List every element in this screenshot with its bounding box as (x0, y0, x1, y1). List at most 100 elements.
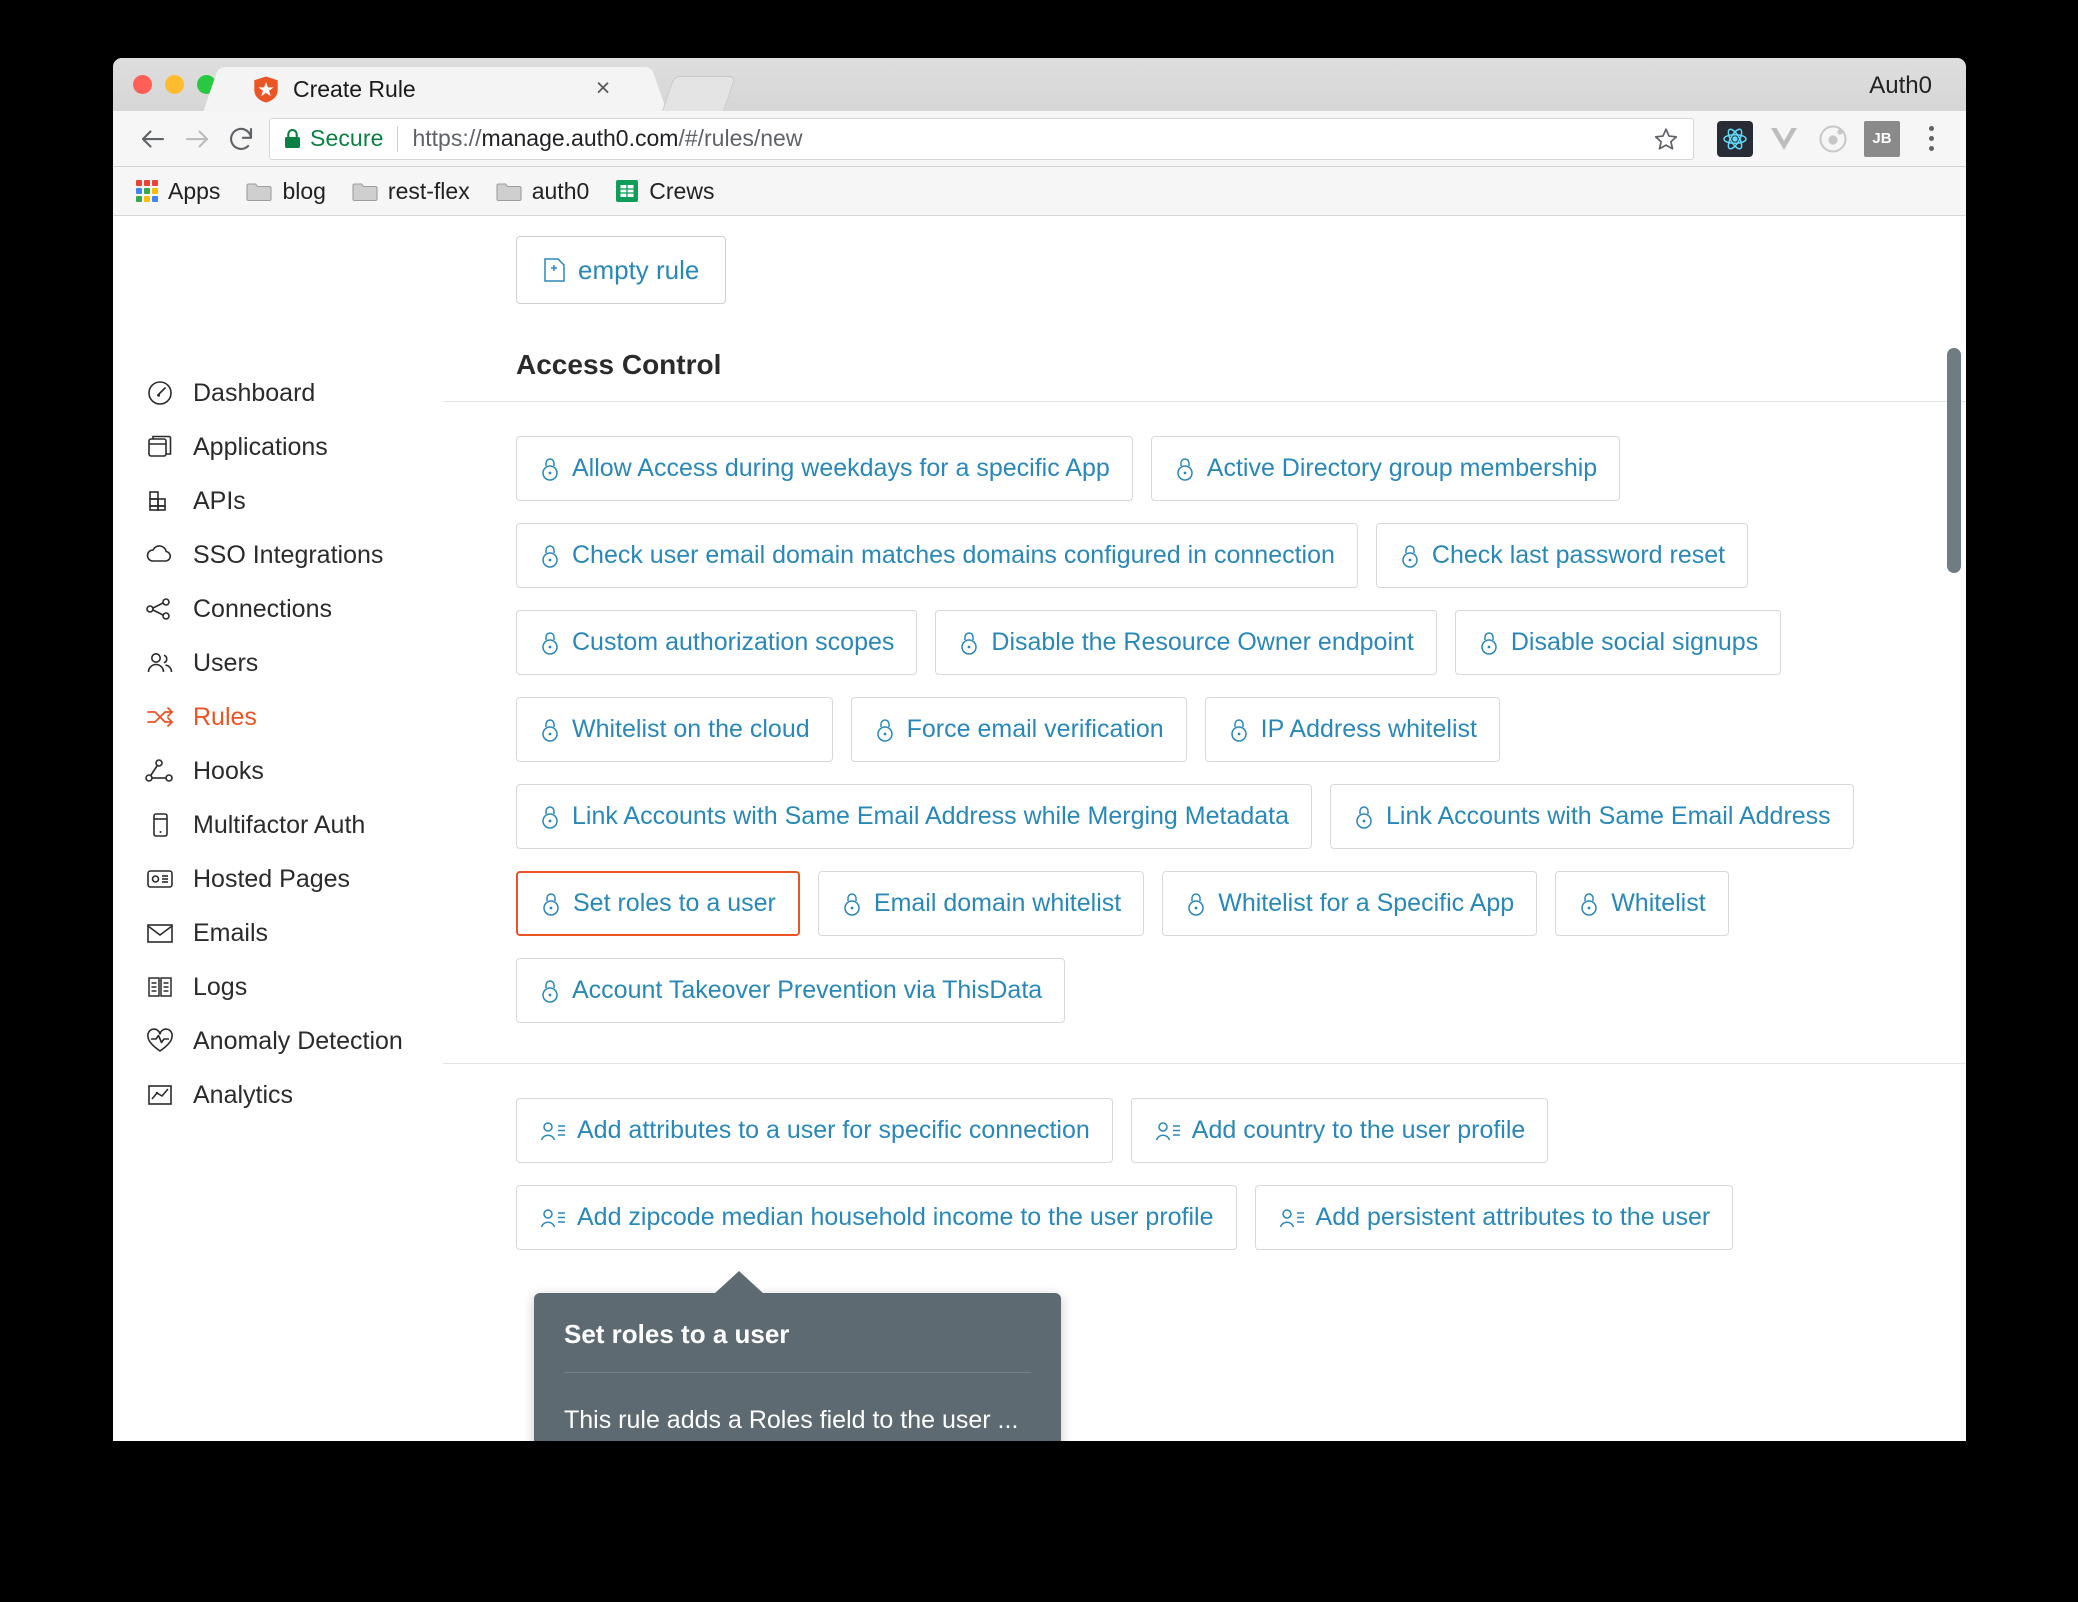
rule-card[interactable]: Add attributes to a user for specific co… (516, 1098, 1113, 1163)
rule-card-label: Add attributes to a user for specific co… (577, 1116, 1090, 1144)
bookmark-apps[interactable]: Apps (136, 178, 220, 205)
vue-devtools-icon[interactable] (1766, 121, 1802, 157)
rule-card[interactable]: Email domain whitelist (817, 871, 1145, 936)
padlock-icon (844, 892, 860, 916)
browser-profile-name[interactable]: Auth0 (1869, 72, 1932, 100)
window-stack-icon (143, 432, 177, 462)
sidebar-item-anomaly-detection[interactable]: Anomaly Detection (113, 1014, 443, 1068)
browser-tab[interactable]: Create Rule × (225, 67, 645, 111)
sidebar-item-dashboard[interactable]: Dashboard (113, 366, 443, 420)
rule-card[interactable]: Whitelist for a Specific App (1162, 871, 1538, 936)
rule-card[interactable]: Disable the Resource Owner endpoint (935, 610, 1437, 675)
browser-menu-button[interactable] (1914, 126, 1948, 151)
ionic-devtools-icon[interactable] (1815, 121, 1851, 157)
rule-card[interactable]: Account Takeover Prevention via ThisData (516, 958, 1066, 1023)
rule-card-label: Disable the Resource Owner endpoint (991, 628, 1414, 656)
sidebar-item-hooks[interactable]: Hooks (113, 744, 443, 798)
sidebar-item-applications[interactable]: Applications (113, 420, 443, 474)
rule-card-label: Add zipcode median household income to t… (577, 1203, 1214, 1231)
padlock-icon (876, 718, 893, 742)
address-bar[interactable]: Secure https://manage.auth0.com/#/rules/… (269, 117, 1694, 160)
access-control-card-grid: Allow Access during weekdays for a speci… (443, 402, 1966, 1023)
sidebar-item-hosted-pages[interactable]: Hosted Pages (113, 852, 443, 906)
sidebar-item-users[interactable]: Users (113, 636, 443, 690)
rule-card[interactable]: IP Address whitelist (1204, 697, 1500, 762)
user-profile-card-grid: Add attributes to a user for specific co… (443, 1064, 1966, 1250)
tab-title: Create Rule (293, 75, 416, 102)
tooltip-read-more-link[interactable]: Read more inside this rule (564, 1435, 1031, 1441)
tab-close-icon[interactable]: × (591, 76, 615, 101)
bookmark-crews[interactable]: Crews (615, 178, 714, 205)
sidebar-item-multifactor-auth[interactable]: Multifactor Auth (113, 798, 443, 852)
sidebar-item-emails[interactable]: Emails (113, 906, 443, 960)
sidebar-item-label: Anomaly Detection (193, 1026, 403, 1055)
folder-icon (246, 182, 272, 201)
sidebar-item-label: Multifactor Auth (193, 810, 366, 839)
rule-card[interactable]: Link Accounts with Same Email Address (1330, 784, 1854, 849)
sidebar-item-label: SSO Integrations (193, 540, 384, 569)
bookmark-star-icon[interactable] (1653, 126, 1679, 152)
rule-card[interactable]: Whitelist on the cloud (516, 697, 833, 762)
bookmarks-bar: Apps blog rest-flex auth0 Crews (113, 167, 1966, 216)
section-title-access-control: Access Control (516, 349, 722, 380)
rule-card-label: Force email verification (906, 715, 1164, 743)
sidebar-item-connections[interactable]: Connections (113, 582, 443, 636)
sidebar-item-label: Hosted Pages (193, 864, 351, 893)
sidebar-item-label: Analytics (193, 1080, 294, 1109)
mobile-phone-icon (143, 810, 177, 840)
sidebar-item-rules[interactable]: Rules (113, 690, 443, 744)
page-scrollbar[interactable] (1947, 216, 1961, 1441)
rule-card-label: Add country to the user profile (1191, 1116, 1526, 1144)
sidebar-item-logs[interactable]: Logs (113, 960, 443, 1014)
rule-card[interactable]: Custom authorization scopes (516, 610, 918, 675)
bookmark-label: rest-flex (387, 177, 470, 204)
cloud-icon (143, 540, 177, 570)
sidebar-item-label: Applications (193, 432, 328, 461)
address-bar-url: https://manage.auth0.com/#/rules/new (412, 125, 802, 152)
empty-rule-button[interactable]: empty rule (516, 236, 727, 304)
rule-card-label: Whitelist (1611, 889, 1706, 917)
rule-card-selected[interactable]: Set roles to a user (516, 871, 800, 936)
bookmark-rest-flex[interactable]: rest-flex (352, 178, 470, 205)
kebab-dot (1928, 146, 1934, 151)
react-devtools-icon[interactable] (1717, 120, 1753, 157)
tooltip-body: This rule adds a Roles field to the user… (564, 1406, 1019, 1434)
sidebar-item-analytics[interactable]: Analytics (113, 1068, 443, 1122)
rule-card[interactable]: Disable social signups (1454, 610, 1782, 675)
bookmark-blog[interactable]: blog (246, 177, 326, 205)
sidebar-item-sso-integrations[interactable]: SSO Integrations (113, 528, 443, 582)
sidebar-item-label: Dashboard (193, 378, 316, 407)
sidebar-item-apis[interactable]: APIs (113, 474, 443, 528)
close-window-button[interactable] (133, 75, 152, 94)
bookmark-auth0[interactable]: auth0 (496, 178, 589, 205)
back-button[interactable] (131, 117, 175, 161)
padlock-icon (542, 979, 558, 1003)
rule-card[interactable]: Whitelist (1555, 871, 1729, 936)
rule-card[interactable]: Force email verification (850, 697, 1187, 762)
jetbrains-icon[interactable]: JB (1864, 120, 1900, 157)
omnibox-divider (397, 125, 399, 152)
user-profile-icon (1155, 1121, 1180, 1140)
rule-card-label: Allow Access during weekdays for a speci… (572, 454, 1110, 482)
minimize-window-button[interactable] (165, 75, 184, 94)
scrollbar-thumb[interactable] (1947, 348, 1961, 573)
rule-card[interactable]: Add country to the user profile (1130, 1098, 1549, 1163)
rule-card[interactable]: Add persistent attributes to the user (1254, 1185, 1734, 1250)
sidebar-item-label: Rules (193, 702, 257, 731)
apps-grid-icon (136, 180, 158, 202)
bookmark-label: blog (282, 177, 326, 204)
padlock-icon (1356, 805, 1372, 829)
new-tab-button[interactable] (661, 76, 737, 111)
rule-card[interactable]: Add zipcode median household income to t… (516, 1185, 1237, 1250)
jetbrains-label: JB (1872, 130, 1892, 147)
rule-card[interactable]: Check user email domain matches domains … (516, 523, 1358, 588)
reload-button[interactable] (219, 117, 263, 161)
rule-card[interactable]: Active Directory group membership (1150, 436, 1621, 501)
user-profile-icon (540, 1208, 565, 1227)
rule-card[interactable]: Link Accounts with Same Email Address wh… (516, 784, 1313, 849)
tooltip-title: Set roles to a user (564, 1319, 790, 1349)
rule-card[interactable]: Allow Access during weekdays for a speci… (516, 436, 1133, 501)
padlock-icon (961, 631, 978, 655)
forward-button[interactable] (175, 117, 219, 161)
rule-card[interactable]: Check last password reset (1375, 523, 1749, 588)
